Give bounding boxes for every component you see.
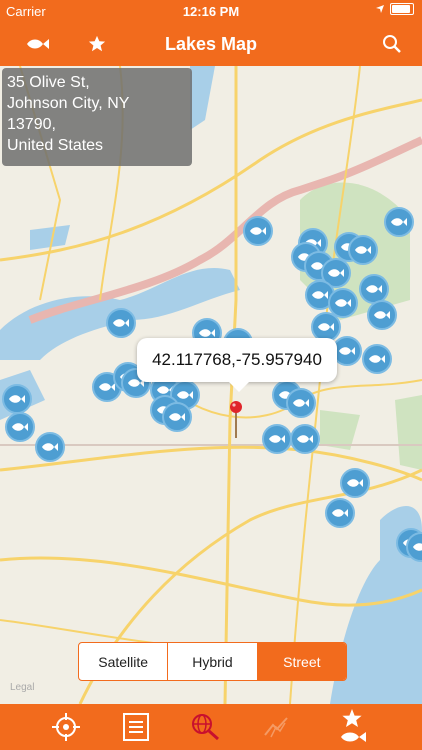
fish-icon	[12, 423, 28, 431]
map-type-satellite[interactable]: Satellite	[79, 643, 169, 680]
lake-marker[interactable]	[325, 498, 355, 528]
fish-icon	[413, 543, 422, 551]
fish-icon	[374, 311, 390, 319]
fish-icon	[328, 269, 344, 277]
fish-icon	[355, 246, 371, 254]
list-icon	[123, 713, 149, 741]
lake-marker[interactable]	[340, 468, 370, 498]
lake-marker[interactable]	[162, 402, 192, 432]
lake-marker[interactable]	[243, 216, 273, 246]
crosshair-icon	[52, 713, 80, 741]
red-pin-icon	[230, 401, 242, 438]
globe-search-icon	[192, 714, 219, 741]
lake-marker[interactable]	[348, 235, 378, 265]
search-button[interactable]	[377, 30, 407, 58]
lake-marker[interactable]	[262, 424, 292, 454]
address-line: United States	[7, 137, 104, 154]
address-line: 35 Olive St,	[7, 74, 90, 91]
star-fish-icon	[341, 709, 366, 742]
fish-icon	[369, 355, 385, 363]
fish-icon	[297, 435, 313, 443]
fish-icon	[9, 395, 25, 403]
fish-icon	[293, 399, 309, 407]
tab-activity[interactable]	[256, 708, 296, 746]
coordinates-callout[interactable]: 42.117768,-75.957940	[137, 338, 337, 392]
location-pin[interactable]	[229, 400, 243, 438]
fish-icon	[366, 285, 382, 293]
tab-bar	[0, 704, 422, 750]
lake-marker[interactable]	[362, 344, 392, 374]
address-line: 13790,	[7, 116, 56, 133]
fish-icon	[312, 291, 328, 299]
coordinates-text: 42.117768,-75.957940	[152, 350, 322, 369]
navigation-bar: Lakes Map	[0, 22, 422, 66]
lake-marker[interactable]	[106, 308, 136, 338]
address-line: Johnson City, NY	[7, 95, 130, 112]
page-title: Lakes Map	[164, 34, 258, 54]
fish-icon	[169, 413, 185, 421]
fish-icon	[42, 443, 58, 451]
lake-marker[interactable]	[5, 412, 35, 442]
tab-locate[interactable]	[46, 708, 86, 746]
tab-favorites[interactable]	[332, 708, 372, 746]
map-type-selector: Satellite Hybrid Street	[78, 642, 347, 681]
lake-marker[interactable]	[2, 384, 32, 414]
lake-marker[interactable]	[290, 424, 320, 454]
search-icon	[383, 35, 401, 53]
battery-icon	[390, 3, 414, 15]
fish-icon	[335, 299, 351, 307]
lake-marker[interactable]	[35, 432, 65, 462]
lake-marker[interactable]	[384, 207, 414, 237]
fish-icon	[269, 435, 285, 443]
fish-icon	[318, 323, 334, 331]
lightning-icon	[264, 717, 288, 738]
lake-marker[interactable]	[286, 388, 316, 418]
map-type-hybrid[interactable]: Hybrid	[168, 643, 258, 680]
fish-icon	[391, 218, 407, 226]
fish-icon	[339, 347, 355, 355]
lake-marker[interactable]	[367, 300, 397, 330]
tab-map-search[interactable]	[186, 708, 226, 746]
status-time: 12:16 PM	[182, 4, 240, 19]
address-panel: 35 Olive St, Johnson City, NY 13790, Uni…	[2, 68, 192, 166]
status-indicators	[375, 3, 414, 15]
legal-link[interactable]: Legal	[10, 682, 34, 693]
status-bar: Carrier 12:16 PM	[0, 0, 422, 22]
fish-icon	[332, 509, 348, 517]
fish-icon	[250, 227, 266, 235]
tab-list[interactable]	[116, 708, 156, 746]
fish-icon	[347, 479, 363, 487]
fish-icon	[177, 391, 193, 399]
map-type-street[interactable]: Street	[257, 643, 346, 680]
location-arrow-icon	[376, 5, 384, 13]
fish-icon	[113, 319, 129, 327]
